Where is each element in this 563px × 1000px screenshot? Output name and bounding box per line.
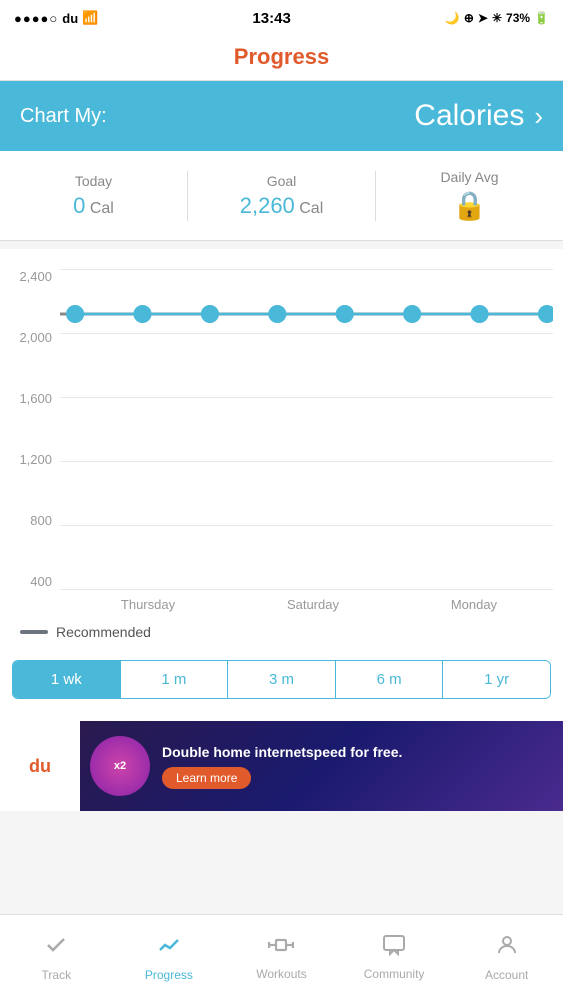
today-value: 0 Cal — [10, 193, 177, 219]
time-btn-6m[interactable]: 6 m — [336, 661, 444, 698]
nav-community[interactable]: Community — [338, 924, 451, 991]
ad-headline: Double home internetspeed for free. — [162, 743, 551, 761]
ad-logo: du — [0, 721, 80, 811]
bluetooth-icon: ✳ — [492, 11, 502, 25]
time-btn-1m[interactable]: 1 m — [121, 661, 229, 698]
legend-label: Recommended — [56, 624, 151, 640]
y-axis: 2,400 2,000 1,600 1,200 800 400 — [2, 269, 52, 589]
ad-text-area: Double home internetspeed for free. Lear… — [150, 733, 563, 799]
wifi-icon: 📶 — [82, 10, 98, 26]
nav-account[interactable]: Account — [450, 923, 563, 992]
battery-icon: 🔋 — [534, 11, 549, 25]
status-bar: ●●●●○ du 📶 13:43 🌙 ⊕ ➤ ✳ 73% 🔋 — [0, 0, 563, 36]
chevron-right-icon: › — [534, 101, 543, 132]
y-label-2400: 2,400 — [2, 269, 52, 284]
x-label-monday: Monday — [451, 597, 497, 612]
bottom-nav: Track Progress Workouts Co — [0, 914, 563, 1000]
daily-avg-stat: Daily Avg 🔒 — [376, 165, 563, 226]
ad-circle: x2 — [90, 736, 150, 796]
chart-area: 2,400 2,000 1,600 1,200 800 400 — [0, 249, 563, 721]
carrier-name: du — [62, 11, 78, 26]
daily-avg-label: Daily Avg — [386, 169, 553, 185]
chart-my-bar[interactable]: Chart My: Calories › — [0, 81, 563, 151]
account-icon — [495, 933, 519, 963]
x-labels: Thursday Saturday Monday — [0, 589, 563, 612]
nav-workouts[interactable]: Workouts — [225, 924, 338, 991]
nav-progress-label: Progress — [145, 968, 193, 982]
nav-workouts-label: Workouts — [256, 967, 306, 981]
time-btn-3m[interactable]: 3 m — [228, 661, 336, 698]
y-label-2000: 2,000 — [2, 330, 52, 345]
status-time: 13:43 — [252, 10, 290, 27]
nav-community-label: Community — [364, 967, 425, 981]
legend-line-icon — [20, 630, 48, 634]
y-label-1600: 1,600 — [2, 391, 52, 406]
chart-svg — [60, 269, 553, 589]
y-label-800: 800 — [2, 513, 52, 528]
today-stat: Today 0 Cal — [0, 169, 187, 223]
time-btn-1wk[interactable]: 1 wk — [13, 661, 121, 698]
nav-account-label: Account — [485, 968, 528, 982]
goal-value: 2,260 Cal — [198, 193, 365, 219]
grid-line-bottom — [60, 589, 553, 590]
chart-legend: Recommended — [0, 612, 563, 652]
ad-learn-more-button[interactable]: Learn more — [162, 767, 251, 789]
moon-icon: 🌙 — [445, 11, 460, 25]
goal-stat: Goal 2,260 Cal — [188, 169, 375, 223]
x-label-saturday: Saturday — [287, 597, 339, 612]
track-icon — [44, 933, 68, 963]
y-label-1200: 1,200 — [2, 452, 52, 467]
page-title: Progress — [234, 44, 329, 69]
time-btn-1yr[interactable]: 1 yr — [443, 661, 550, 698]
status-left: ●●●●○ du 📶 — [14, 10, 98, 26]
location-icon: ⊕ — [464, 11, 474, 25]
workouts-icon — [268, 934, 294, 962]
chart-my-label: Chart My: — [20, 105, 107, 128]
ad-images: x2 Double home internetspeed for free. L… — [80, 721, 563, 811]
goal-label: Goal — [198, 173, 365, 189]
community-icon — [382, 934, 406, 962]
ad-banner[interactable]: du x2 Double home internetspeed for free… — [0, 721, 563, 811]
arrow-icon: ➤ — [478, 11, 488, 25]
status-right: 🌙 ⊕ ➤ ✳ 73% 🔋 — [445, 11, 549, 25]
progress-icon — [157, 933, 181, 963]
page-header: Progress — [0, 36, 563, 81]
lock-icon: 🔒 — [386, 189, 553, 222]
ad-logo-text: du — [29, 756, 51, 777]
chart-my-value: Calories — [414, 99, 524, 133]
time-range-selector[interactable]: 1 wk 1 m 3 m 6 m 1 yr — [12, 660, 551, 699]
x-label-thursday: Thursday — [121, 597, 175, 612]
stats-row: Today 0 Cal Goal 2,260 Cal Daily Avg 🔒 — [0, 151, 563, 241]
battery-percent: 73% — [506, 11, 530, 25]
nav-track-label: Track — [42, 968, 72, 982]
y-label-400: 400 — [2, 574, 52, 589]
today-label: Today — [10, 173, 177, 189]
chart-container: 2,400 2,000 1,600 1,200 800 400 — [60, 269, 553, 589]
nav-track[interactable]: Track — [0, 923, 113, 992]
signal-dots: ●●●●○ — [14, 11, 58, 26]
nav-progress[interactable]: Progress — [113, 923, 226, 992]
